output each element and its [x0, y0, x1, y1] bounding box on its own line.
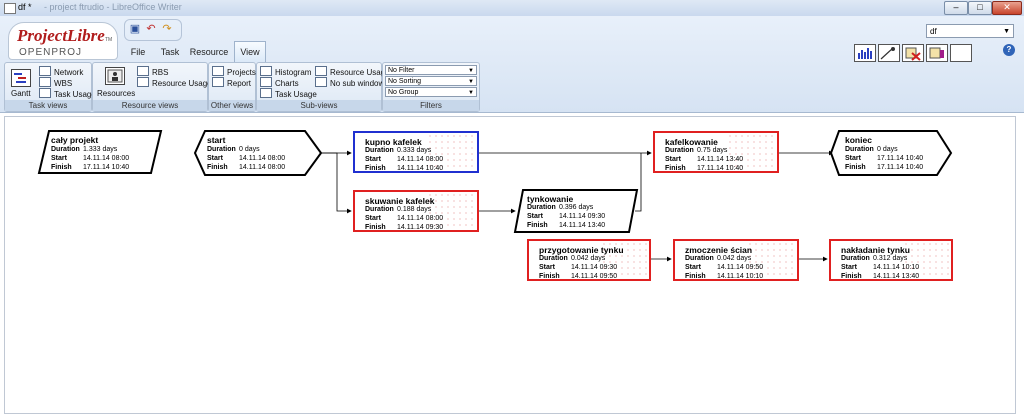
rbs-icon — [137, 66, 149, 76]
network-node-koniec[interactable]: koniec Duration 0 days Start 17.11.14 10:4… — [835, 131, 947, 175]
network-node-kafelkowanie[interactable]: kafelkowanie Duration 0.75 days Start 14.1… — [653, 131, 779, 173]
title-bar: df * - project ftrudio - LibreOffice Wri… — [0, 0, 1024, 17]
run-view-icon[interactable] — [878, 44, 900, 62]
resource-usage-button[interactable]: Resource Usage — [137, 77, 212, 88]
delete-view-icon[interactable] — [902, 44, 924, 62]
app-icon — [4, 3, 16, 14]
filters-label: Filters — [383, 100, 479, 111]
network-diagram: cały projekt Duration 1.333 days Start 14.… — [4, 116, 1016, 414]
group-select[interactable]: No Group — [385, 87, 477, 98]
tab-file[interactable]: File — [124, 42, 152, 62]
resources-button[interactable]: Resources — [97, 89, 135, 98]
logo-tm: TM — [105, 37, 113, 43]
network-button[interactable]: Network — [39, 66, 83, 77]
view-ribbon: Gantt Network WBS Task Usage Task views … — [4, 62, 480, 112]
task-usage-button[interactable]: Task Usage — [39, 88, 96, 99]
rbs-button[interactable]: RBS — [137, 66, 168, 77]
sub-views-group: Histogram Charts Task Usage Resource Usa… — [256, 62, 390, 112]
network-node-skuwanie-kafelek[interactable]: skuwanie kafelek Duration 0.188 days Star… — [353, 190, 479, 232]
other-views-label: Other views — [209, 100, 255, 111]
no-sub-window-button[interactable]: No sub window — [315, 77, 384, 88]
no-sub-window-icon — [315, 77, 327, 87]
network-node-tynkowanie[interactable]: tynkowanie Duration 0.396 days Start 14.11… — [517, 190, 635, 232]
link-start-skuwanie — [321, 152, 352, 214]
filter-select[interactable]: No Filter — [385, 65, 477, 76]
network-icon — [39, 66, 51, 76]
blank-view-icon[interactable] — [950, 44, 972, 62]
resource-views-group: Resources RBS Resource Usage Resource vi… — [92, 62, 212, 112]
logo-text: ProjectLibre — [17, 26, 105, 45]
charts-button[interactable]: Charts — [260, 77, 299, 88]
project-select[interactable]: df — [926, 24, 1014, 39]
help-icon[interactable]: ? — [1003, 44, 1015, 56]
network-node-start[interactable]: start Duration 0 days Start 14.11.14 08:00… — [197, 131, 315, 175]
task-views-group: Gantt Network WBS Task Usage Task views — [4, 62, 96, 112]
resources-icon — [105, 67, 125, 85]
minimize-button[interactable]: – — [944, 1, 968, 15]
other-views-group: Projects Report Other views — [208, 62, 256, 112]
sub-task-usage-button[interactable]: Task Usage — [260, 88, 317, 99]
task-usage-icon — [39, 88, 51, 98]
link-tynkowanie-kafelkowanie — [635, 153, 642, 212]
tab-resource[interactable]: Resource — [188, 42, 230, 62]
filters-group: No Filter No Sorting No Group Filters — [382, 62, 480, 112]
histogram-button[interactable]: Histogram — [260, 66, 311, 77]
sub-views-label: Sub-views — [257, 100, 381, 111]
wbs-icon — [39, 77, 51, 87]
projects-icon — [212, 66, 224, 76]
sorting-select[interactable]: No Sorting — [385, 76, 477, 87]
resource-view-icon[interactable] — [926, 44, 948, 62]
window-subtitle: - project ftrudio - LibreOffice Writer — [44, 2, 182, 12]
projectlibre-logo: ProjectLibre TM OPENPROJ — [8, 22, 118, 60]
resource-usage-icon — [137, 77, 149, 87]
network-node-kupno-kafelek[interactable]: kupno kafelek Duration 0.333 days Start 14… — [353, 131, 479, 173]
save-icon[interactable]: ▣ — [128, 22, 142, 36]
maximize-button[interactable]: □ — [968, 1, 992, 15]
wbs-button[interactable]: WBS — [39, 77, 72, 88]
network-node-przygotowanie-tynku[interactable]: przygotowanie tynku Duration 0.042 days S… — [527, 239, 651, 281]
projects-button[interactable]: Projects — [212, 66, 256, 77]
close-button[interactable]: ✕ — [992, 1, 1022, 15]
network-node-caly-projekt[interactable]: cały projekt Duration 1.333 days Start 14.… — [41, 131, 159, 173]
tab-task[interactable]: Task — [156, 42, 184, 62]
window-title: df * — [18, 2, 32, 12]
histogram-view-icon[interactable] — [854, 44, 876, 62]
histogram-icon — [260, 66, 272, 76]
network-node-zmoczenie-scian[interactable]: zmoczenie ścian Duration 0.042 days Start… — [673, 239, 799, 281]
tab-view[interactable]: View — [234, 41, 266, 62]
sub-resource-usage-button[interactable]: Resource Usage — [315, 66, 390, 77]
sub-resource-usage-icon — [315, 66, 327, 76]
task-views-label: Task views — [5, 100, 91, 111]
logo-subtext: OPENPROJ — [19, 47, 83, 58]
gantt-icon — [11, 69, 31, 87]
report-button[interactable]: Report — [212, 77, 251, 88]
report-icon — [212, 77, 224, 87]
gantt-button[interactable]: Gantt — [11, 89, 31, 98]
network-node-nakladanie-tynku[interactable]: nakładanie tynku Duration 0.312 days Star… — [829, 239, 953, 281]
redo-icon[interactable]: ↷ — [160, 22, 174, 36]
resource-views-label: Resource views — [93, 100, 207, 111]
undo-icon[interactable]: ↶ — [144, 22, 158, 36]
charts-icon — [260, 77, 272, 87]
sub-task-usage-icon — [260, 88, 272, 98]
